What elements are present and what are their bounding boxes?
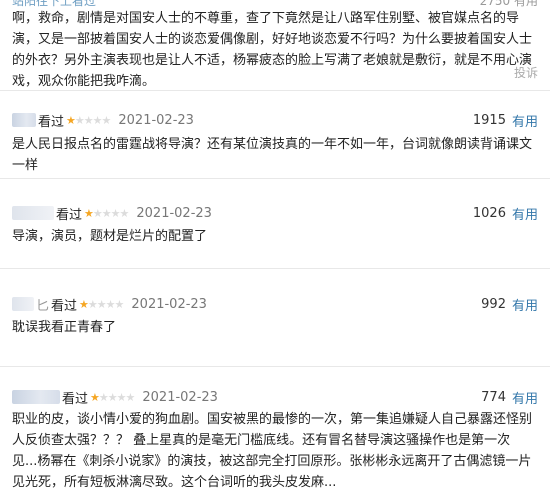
useful-count: 774: [481, 389, 506, 405]
vote-area: 1026 有用: [473, 203, 538, 223]
username-redacted[interactable]: [12, 113, 36, 127]
vote-area: 774 有用: [481, 387, 538, 407]
star-filled-icon: ★: [84, 206, 94, 220]
useful-count: 1026: [472, 205, 506, 221]
useful-count: 1915: [472, 112, 506, 128]
star-empty-icon: ★: [114, 297, 125, 311]
watch-status: 看过: [51, 298, 78, 314]
vote-area: 1915 有用: [473, 110, 538, 130]
rating-stars: ★ ★ ★ ★ ★: [84, 206, 130, 220]
useful-button[interactable]: 有用: [512, 388, 538, 407]
useful-button[interactable]: 有用: [512, 204, 538, 223]
divider: [0, 366, 550, 367]
review-meta: 看过 ★ ★ ★ ★ ★ 2021-02-23: [12, 203, 212, 223]
star-filled-icon: ★: [79, 297, 89, 311]
star-empty-icon: ★: [101, 113, 112, 127]
star-filled-icon: ★: [90, 390, 100, 404]
review-content: 职业的皮，谈小情小爱的狗血剧。国安被黑的最惨的一次，第一集追嫌疑人自己暴露还怪别…: [12, 412, 533, 490]
watch-status: 看过: [38, 114, 65, 130]
review-content: 啊，救命，剧情是对国安人士的不尊重，查了下竟然是让八路军住别墅、被官媒点名的导演…: [12, 11, 533, 89]
star-empty-icon: ★: [101, 206, 112, 220]
review-content: 导演，演员，题材是烂片的配置了: [12, 229, 208, 244]
divider: [0, 90, 550, 91]
rating-stars: ★ ★ ★ ★ ★: [79, 297, 125, 311]
username-redacted[interactable]: [12, 206, 54, 220]
star-empty-icon: ★: [107, 390, 118, 404]
review-meta: 看过 ★ ★ ★ ★ ★ 2021-02-23: [12, 110, 194, 130]
watch-status: 看过: [56, 207, 83, 223]
useful-button[interactable]: 有用: [512, 295, 538, 314]
star-empty-icon: ★: [96, 297, 107, 311]
rating-stars: ★ ★ ★ ★ ★: [90, 390, 136, 404]
review-content: 是人民日报点名的雷霆战将导演？还有某位演技真的一年不如一年，台词就像朗读背诵课文…: [12, 137, 533, 173]
star-empty-icon: ★: [125, 390, 136, 404]
review-list-page: 站阳往下上看过 2750 有用 啊，救命，剧情是对国安人士的不尊重，查了下竟然是…: [0, 0, 550, 500]
divider: [0, 178, 550, 179]
divider: [0, 268, 550, 269]
review-meta: 匕 看过 ★ ★ ★ ★ ★ 2021-02-23: [12, 294, 207, 314]
review-content: 耽误我看正青春了: [12, 320, 117, 335]
review-meta: 看过 ★ ★ ★ ★ ★ 2021-02-23: [12, 387, 218, 407]
watch-status: 看过: [62, 391, 89, 407]
star-empty-icon: ★: [116, 390, 127, 404]
star-empty-icon: ★: [110, 206, 121, 220]
star-empty-icon: ★: [92, 206, 103, 220]
star-empty-icon: ★: [92, 113, 103, 127]
useful-count: 992: [481, 296, 506, 312]
review-item-top: 站阳往下上看过 2750 有用 啊，救命，剧情是对国安人士的不尊重，查了下竟然是…: [0, 0, 550, 90]
username-redacted[interactable]: [12, 297, 34, 311]
username-fragment[interactable]: 匕: [36, 295, 49, 314]
star-filled-icon: ★: [66, 113, 76, 127]
star-empty-icon: ★: [105, 297, 116, 311]
review-date: 2021-02-23: [136, 205, 212, 221]
star-empty-icon: ★: [119, 206, 130, 220]
star-empty-icon: ★: [98, 390, 109, 404]
star-empty-icon: ★: [83, 113, 94, 127]
vote-area: 992 有用: [481, 294, 538, 314]
star-empty-icon: ★: [74, 113, 85, 127]
star-empty-icon: ★: [87, 297, 98, 311]
review-date: 2021-02-23: [131, 296, 207, 312]
review-date: 2021-02-23: [118, 112, 194, 128]
rating-stars: ★ ★ ★ ★ ★: [66, 113, 112, 127]
username-redacted[interactable]: [12, 390, 60, 404]
review-date: 2021-02-23: [142, 389, 218, 405]
report-link[interactable]: 投诉: [514, 64, 538, 81]
useful-button[interactable]: 有用: [512, 111, 538, 130]
